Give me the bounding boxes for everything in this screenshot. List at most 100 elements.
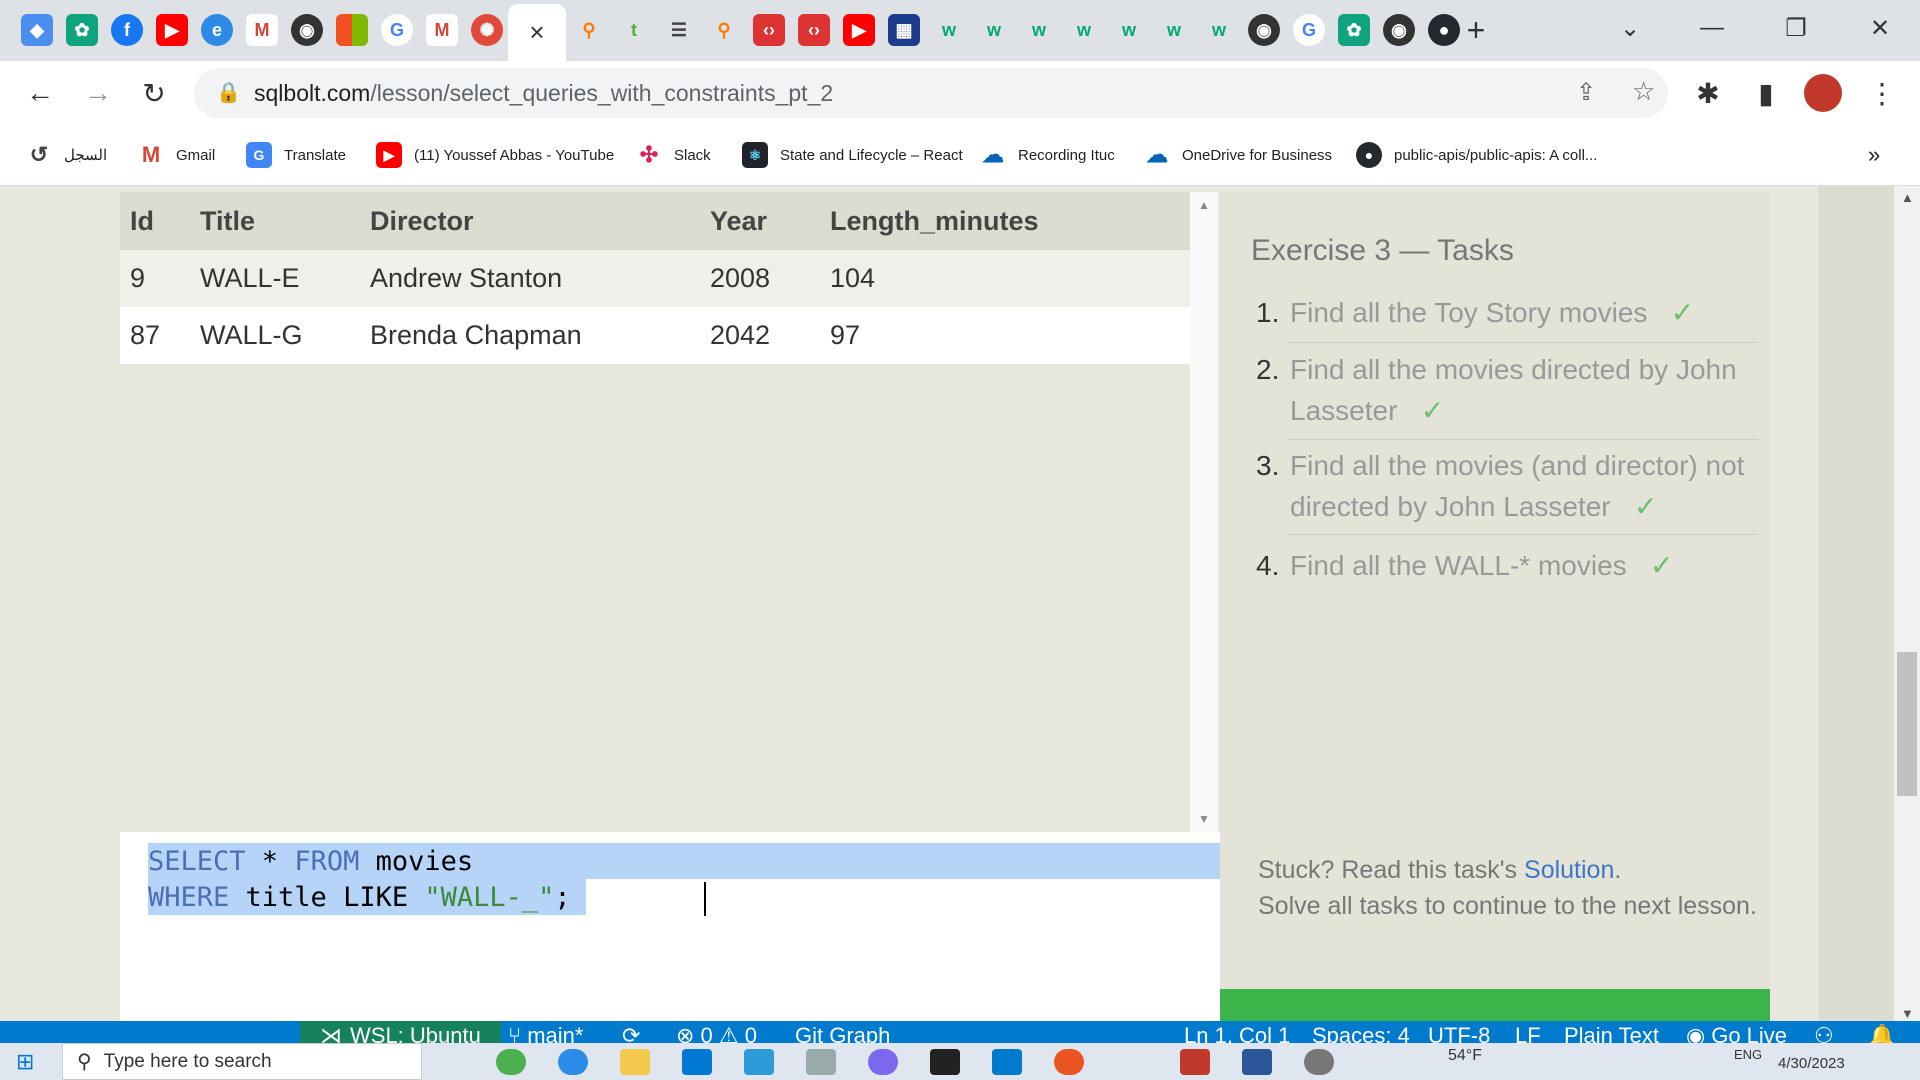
language-indicator[interactable]: ENG	[1734, 1047, 1762, 1062]
tab-favicon-google-icon[interactable]: G	[381, 14, 413, 46]
tab-favicon-w3schools-icon[interactable]: w	[933, 14, 965, 46]
tab-favicon-gmail-icon[interactable]: M	[246, 14, 278, 46]
file-explorer-icon[interactable]	[620, 1049, 650, 1075]
divider	[1288, 342, 1758, 343]
code-text: *	[245, 846, 295, 877]
url-text[interactable]: sqlbolt.com/lesson/select_queries_with_c…	[254, 80, 833, 107]
sql-editor[interactable]: SELECT * FROM movies WHERE title LIKE "W…	[120, 832, 1220, 1031]
tab-favicon-code-shield-icon[interactable]: ‹›	[753, 14, 785, 46]
share-icon[interactable]: ⇪	[1576, 78, 1596, 107]
bookmark-item[interactable]: ✣ Slack	[636, 139, 711, 171]
table-cell: 2042	[700, 307, 820, 364]
app-icon[interactable]	[868, 1049, 898, 1075]
bookmark-item[interactable]: ☁ Recording Ituc	[980, 139, 1115, 171]
tab-favicon-google-icon[interactable]: G	[1293, 14, 1325, 46]
search-icon: ⚲	[77, 1051, 92, 1073]
tab-favicon-grid-icon[interactable]: ▦	[888, 14, 920, 46]
tab-favicon-w3schools-icon[interactable]: w	[1023, 14, 1055, 46]
reload-icon[interactable]: ↻	[134, 73, 174, 113]
tab-favicon-facebook-icon[interactable]: f	[111, 14, 143, 46]
close-window-button[interactable]: ✕	[1850, 8, 1910, 48]
tab-favicon-code-shield-icon[interactable]: ‹›	[798, 14, 830, 46]
table-cell: WALL-E	[190, 250, 360, 307]
tab-favicon-youtube-icon[interactable]: ▶	[156, 14, 188, 46]
scroll-down-arrow-icon[interactable]: ▼	[1198, 812, 1210, 826]
divider	[1288, 439, 1758, 440]
new-tab-button[interactable]: +	[1460, 12, 1492, 48]
date-display[interactable]: 4/30/2023	[1778, 1055, 1845, 1072]
scroll-up-arrow-icon[interactable]: ▲	[1901, 190, 1914, 205]
settings-gear-icon[interactable]	[1304, 1049, 1334, 1075]
tab-favicon-chatgpt-icon[interactable]: ✿	[66, 14, 98, 46]
ubuntu-app-icon[interactable]	[1054, 1049, 1084, 1075]
scroll-down-arrow-icon[interactable]: ▼	[1901, 1006, 1914, 1021]
word-app-icon[interactable]	[1242, 1049, 1272, 1075]
tab-favicon-app-icon[interactable]: ◆	[21, 14, 53, 46]
app-icon[interactable]	[806, 1049, 836, 1075]
mail-app-icon[interactable]	[744, 1049, 774, 1075]
taskbar-search[interactable]: ⚲ Type here to search	[62, 1043, 422, 1080]
terminal-app-icon[interactable]	[930, 1049, 960, 1075]
lock-icon: 🔒	[216, 82, 241, 104]
bookmarks-overflow-button[interactable]: »	[1868, 139, 1880, 171]
tab-favicon-github-icon[interactable]: ●	[1428, 14, 1460, 46]
scrollbar-thumb[interactable]	[1897, 652, 1917, 796]
tab-favicon-database-icon[interactable]: ☰	[663, 14, 695, 46]
tab-favicon-wheel-icon[interactable]: ✺	[471, 14, 503, 46]
chrome-app-icon[interactable]	[496, 1049, 526, 1075]
tab-favicon-youtube-icon[interactable]: ▶	[843, 14, 875, 46]
bookmark-item[interactable]: M Gmail	[138, 139, 215, 171]
menu-kebab-icon[interactable]: ⋮	[1862, 73, 1902, 113]
weather-temperature[interactable]: 54°F	[1448, 1047, 1482, 1065]
page-scrollbar[interactable]: ▲ ▼	[1894, 186, 1920, 1031]
extensions-puzzle-icon[interactable]: ✱	[1688, 73, 1728, 113]
side-panel-icon[interactable]: ▮	[1746, 73, 1786, 113]
tab-favicon-chatgpt-icon[interactable]: ✿	[1338, 14, 1370, 46]
edge-app-icon[interactable]	[558, 1049, 588, 1075]
column-header: Director	[360, 192, 700, 250]
tab-favicon-w3schools-icon[interactable]: w	[978, 14, 1010, 46]
restore-button[interactable]: ❐	[1766, 8, 1826, 48]
vscode-app-icon[interactable]	[992, 1049, 1022, 1075]
tab-close-icon[interactable]: ×	[529, 17, 544, 48]
store-app-icon[interactable]	[682, 1049, 712, 1075]
back-arrow-icon[interactable]: ←	[20, 73, 60, 113]
task-number: 1.	[1256, 297, 1280, 328]
bookmarks-bar: ↺ السجل M Gmail G Translate ▶ (11) Youssef A…	[0, 125, 1920, 186]
bookmark-item[interactable]: ☁ OneDrive for Business	[1144, 139, 1332, 171]
tab-favicon-t-icon[interactable]: t	[618, 14, 650, 46]
tab-favicon-hubspot-icon[interactable]: ⚲	[708, 14, 740, 46]
code-line-2[interactable]: WHERE title LIKE "WALL-_";	[148, 882, 571, 913]
tab-favicon-microsoft-icon[interactable]	[336, 14, 368, 46]
sql-string: "WALL-_"	[424, 882, 555, 913]
bookmark-star-icon[interactable]: ☆	[1632, 76, 1655, 107]
address-bar[interactable]: 🔒 sqlbolt.com/lesson/select_queries_with…	[194, 68, 1668, 118]
tab-favicon-w3schools-icon[interactable]: w	[1203, 14, 1235, 46]
windows-start-icon[interactable]: ⊞	[16, 1049, 34, 1075]
forward-arrow-icon[interactable]: →	[78, 73, 118, 113]
app-icon[interactable]	[1180, 1049, 1210, 1075]
profile-avatar[interactable]	[1804, 74, 1842, 112]
tab-favicon-edge-icon[interactable]: e	[201, 14, 233, 46]
results-scrollbar[interactable]: ▲ ▼	[1190, 192, 1218, 832]
tab-favicon-w3schools-icon[interactable]: w	[1113, 14, 1145, 46]
bookmark-item[interactable]: ▶ (11) Youssef Abbas - YouTube	[376, 139, 614, 171]
tab-favicon-globe-icon[interactable]: ◉	[291, 14, 323, 46]
bookmark-item[interactable]: ● public-apis/public-apis: A coll...	[1356, 139, 1597, 171]
tab-favicon-globe-icon[interactable]: ◉	[1383, 14, 1415, 46]
tab-favicon-globe-icon[interactable]: ◉	[1248, 14, 1280, 46]
tab-favicon-w3schools-icon[interactable]: w	[1068, 14, 1100, 46]
bookmark-item[interactable]: G Translate	[246, 139, 346, 171]
bookmark-item[interactable]: ⚛ State and Lifecycle – React	[742, 139, 963, 171]
tab-favicon-w3schools-icon[interactable]: w	[1158, 14, 1190, 46]
solution-link[interactable]: Solution	[1524, 856, 1614, 884]
tab-search-chevron-down-icon[interactable]: ⌄	[1600, 8, 1660, 48]
tab-favicon-hubspot-icon[interactable]: ⚲	[573, 14, 605, 46]
tab-favicon-gmail-icon[interactable]: M	[426, 14, 458, 46]
bookmark-item[interactable]: ↺ السجل	[26, 139, 107, 171]
minimize-button[interactable]: —	[1682, 8, 1742, 48]
scroll-up-arrow-icon[interactable]: ▲	[1198, 198, 1210, 212]
code-line-1[interactable]: SELECT * FROM movies	[148, 846, 473, 877]
task-number: 2.	[1256, 354, 1280, 385]
active-tab[interactable]: ×	[508, 4, 566, 61]
